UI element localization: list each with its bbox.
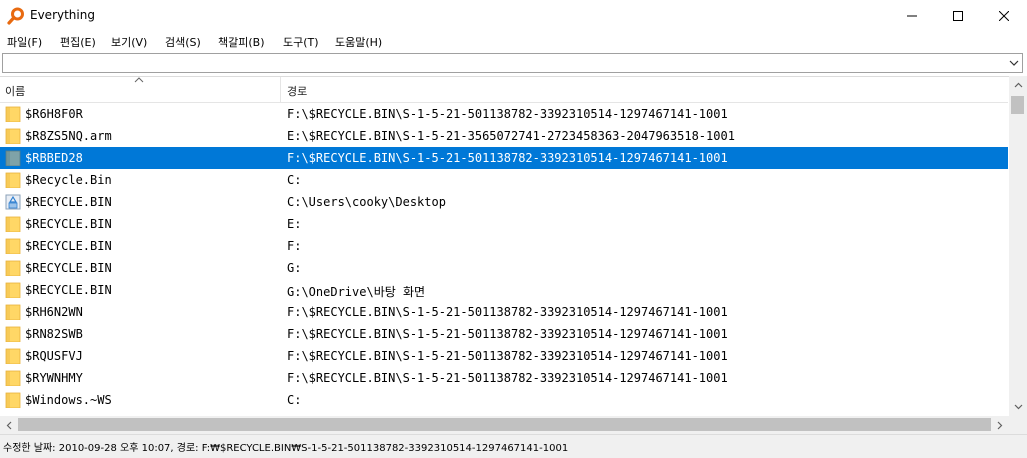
chevron-down-icon — [1014, 404, 1022, 410]
row-name: $RECYCLE.BIN — [25, 283, 112, 297]
row-name: $R6H8F0R — [25, 107, 83, 121]
row-path: E:\$RECYCLE.BIN\S-1-5-21-3565072741-2723… — [287, 129, 735, 143]
table-row[interactable]: $RECYCLE.BIN E: — [0, 213, 1008, 235]
folder-icon — [5, 370, 21, 386]
close-icon — [999, 11, 1009, 21]
scroll-left-button[interactable] — [0, 416, 18, 434]
row-path: F: — [287, 239, 302, 253]
row-path: F:\$RECYCLE.BIN\S-1-5-21-501138782-33923… — [287, 349, 728, 363]
scroll-right-button[interactable] — [991, 416, 1009, 434]
table-row[interactable]: $RECYCLE.BIN F: — [0, 235, 1008, 257]
table-row[interactable]: $RYWNHMY F:\$RECYCLE.BIN\S-1-5-21-5011387… — [0, 367, 1008, 389]
folder-icon — [5, 216, 21, 232]
folder-icon — [5, 238, 21, 254]
minimize-button[interactable] — [889, 0, 935, 32]
vertical-scrollbar[interactable] — [1009, 76, 1027, 416]
menu-help[interactable]: 도움말(H) — [335, 34, 382, 50]
row-name: $R8ZS5NQ.arm — [25, 129, 112, 143]
status-text: 수정한 날짜: 2010-09-28 오후 10:07, 경로: F:₩$REC… — [3, 443, 569, 454]
chevron-up-icon — [1014, 82, 1022, 88]
column-header-name[interactable]: 이름 — [5, 83, 25, 99]
row-path: C:\Users\cooky\Desktop — [287, 195, 446, 209]
table-row[interactable]: $RN82SWB F:\$RECYCLE.BIN\S-1-5-21-5011387… — [0, 323, 1008, 345]
menu-bookmarks[interactable]: 책갈피(B) — [218, 34, 265, 50]
row-name: $RN82SWB — [25, 327, 83, 341]
horizontal-scroll-thumb[interactable] — [18, 418, 991, 431]
folder-icon — [5, 392, 21, 408]
folder-icon — [5, 106, 21, 122]
menu-search[interactable]: 검색(S) — [165, 34, 201, 50]
search-box — [2, 53, 1023, 73]
title-bar: Everything — [0, 0, 1027, 32]
row-path: F:\$RECYCLE.BIN\S-1-5-21-501138782-33923… — [287, 151, 728, 165]
row-path: F:\$RECYCLE.BIN\S-1-5-21-501138782-33923… — [287, 107, 728, 121]
row-path: F:\$RECYCLE.BIN\S-1-5-21-501138782-33923… — [287, 305, 728, 319]
menu-bar: 파일(F) 편집(E) 보기(V) 검색(S) 책갈피(B) 도구(T) 도움말… — [0, 32, 1027, 52]
folder-icon — [5, 282, 21, 298]
table-row[interactable]: $R6H8F0R F:\$RECYCLE.BIN\S-1-5-21-5011387… — [0, 103, 1008, 125]
chevron-down-icon[interactable] — [1009, 58, 1019, 68]
chevron-right-icon — [997, 421, 1003, 429]
row-path: F:\$RECYCLE.BIN\S-1-5-21-501138782-33923… — [287, 371, 728, 385]
row-name: $RECYCLE.BIN — [25, 261, 112, 275]
folder-icon — [5, 304, 21, 320]
status-bar: 수정한 날짜: 2010-09-28 오후 10:07, 경로: F:₩$REC… — [0, 434, 1027, 458]
folder-icon — [5, 326, 21, 342]
table-row[interactable]: $R8ZS5NQ.arm E:\$RECYCLE.BIN\S-1-5-21-356… — [0, 125, 1008, 147]
folder-icon — [5, 128, 21, 144]
result-rows: $R6H8F0R F:\$RECYCLE.BIN\S-1-5-21-5011387… — [0, 103, 1008, 413]
folder-icon — [5, 150, 21, 166]
window-title: Everything — [30, 8, 95, 22]
row-name: $RECYCLE.BIN — [25, 217, 112, 231]
row-name: $Windows.~WS — [25, 393, 112, 407]
row-path: G:\OneDrive\바탕 화면 — [287, 285, 426, 299]
table-row[interactable]: $RECYCLE.BIN C:\Users\cooky\Desktop — [0, 191, 1008, 213]
search-input[interactable] — [6, 55, 1005, 73]
menu-file[interactable]: 파일(F) — [7, 34, 42, 50]
menu-view[interactable]: 보기(V) — [111, 34, 147, 50]
maximize-button[interactable] — [935, 0, 981, 32]
recycle-bin-icon — [5, 194, 21, 210]
scroll-up-button[interactable] — [1009, 76, 1027, 94]
table-row[interactable]: $RBBED28 F:\$RECYCLE.BIN\S-1-5-21-5011387… — [0, 147, 1008, 169]
column-divider[interactable] — [280, 77, 281, 102]
table-row[interactable]: $Recycle.Bin C: — [0, 169, 1008, 191]
table-row[interactable]: $RQUSFVJ F:\$RECYCLE.BIN\S-1-5-21-5011387… — [0, 345, 1008, 367]
list-header: 이름 경로 — [0, 77, 1008, 103]
menu-edit[interactable]: 편집(E) — [60, 34, 96, 50]
row-name: $RECYCLE.BIN — [25, 195, 112, 209]
vertical-scroll-thumb[interactable] — [1011, 96, 1024, 114]
column-header-path[interactable]: 경로 — [287, 83, 307, 99]
table-row[interactable]: $RECYCLE.BIN G:\OneDrive\바탕 화면 — [0, 279, 1008, 301]
row-path: F:\$RECYCLE.BIN\S-1-5-21-501138782-33923… — [287, 327, 728, 341]
row-path: G: — [287, 261, 302, 275]
close-button[interactable] — [981, 0, 1027, 32]
maximize-icon — [953, 11, 963, 21]
row-name: $RH6N2WN — [25, 305, 83, 319]
folder-icon — [5, 172, 21, 188]
table-row[interactable]: $RECYCLE.BIN G: — [0, 257, 1008, 279]
scrollbar-corner — [1009, 416, 1027, 434]
chevron-left-icon — [6, 421, 12, 429]
row-name: $RQUSFVJ — [25, 349, 83, 363]
folder-icon — [5, 260, 21, 276]
row-path: C: — [287, 173, 302, 187]
folder-icon — [5, 348, 21, 364]
scroll-down-button[interactable] — [1009, 398, 1027, 416]
results-list: 이름 경로 $R6H8F0R F:\$RECYCLE.BIN\S-1-5-21-5… — [0, 76, 1027, 417]
row-path: C: — [287, 393, 302, 407]
table-row[interactable]: $Windows.~WS C: — [0, 389, 1008, 411]
row-name: $RBBED28 — [25, 151, 83, 165]
row-path: E: — [287, 217, 302, 231]
row-name: $RYWNHMY — [25, 371, 83, 385]
horizontal-scrollbar[interactable] — [0, 416, 1009, 434]
magnifier-app-icon — [7, 7, 24, 25]
row-name: $Recycle.Bin — [25, 173, 112, 187]
table-row[interactable]: $RH6N2WN F:\$RECYCLE.BIN\S-1-5-21-5011387… — [0, 301, 1008, 323]
menu-tools[interactable]: 도구(T) — [283, 34, 319, 50]
sort-ascending-icon — [134, 77, 144, 83]
minimize-icon — [907, 15, 917, 17]
row-name: $RECYCLE.BIN — [25, 239, 112, 253]
